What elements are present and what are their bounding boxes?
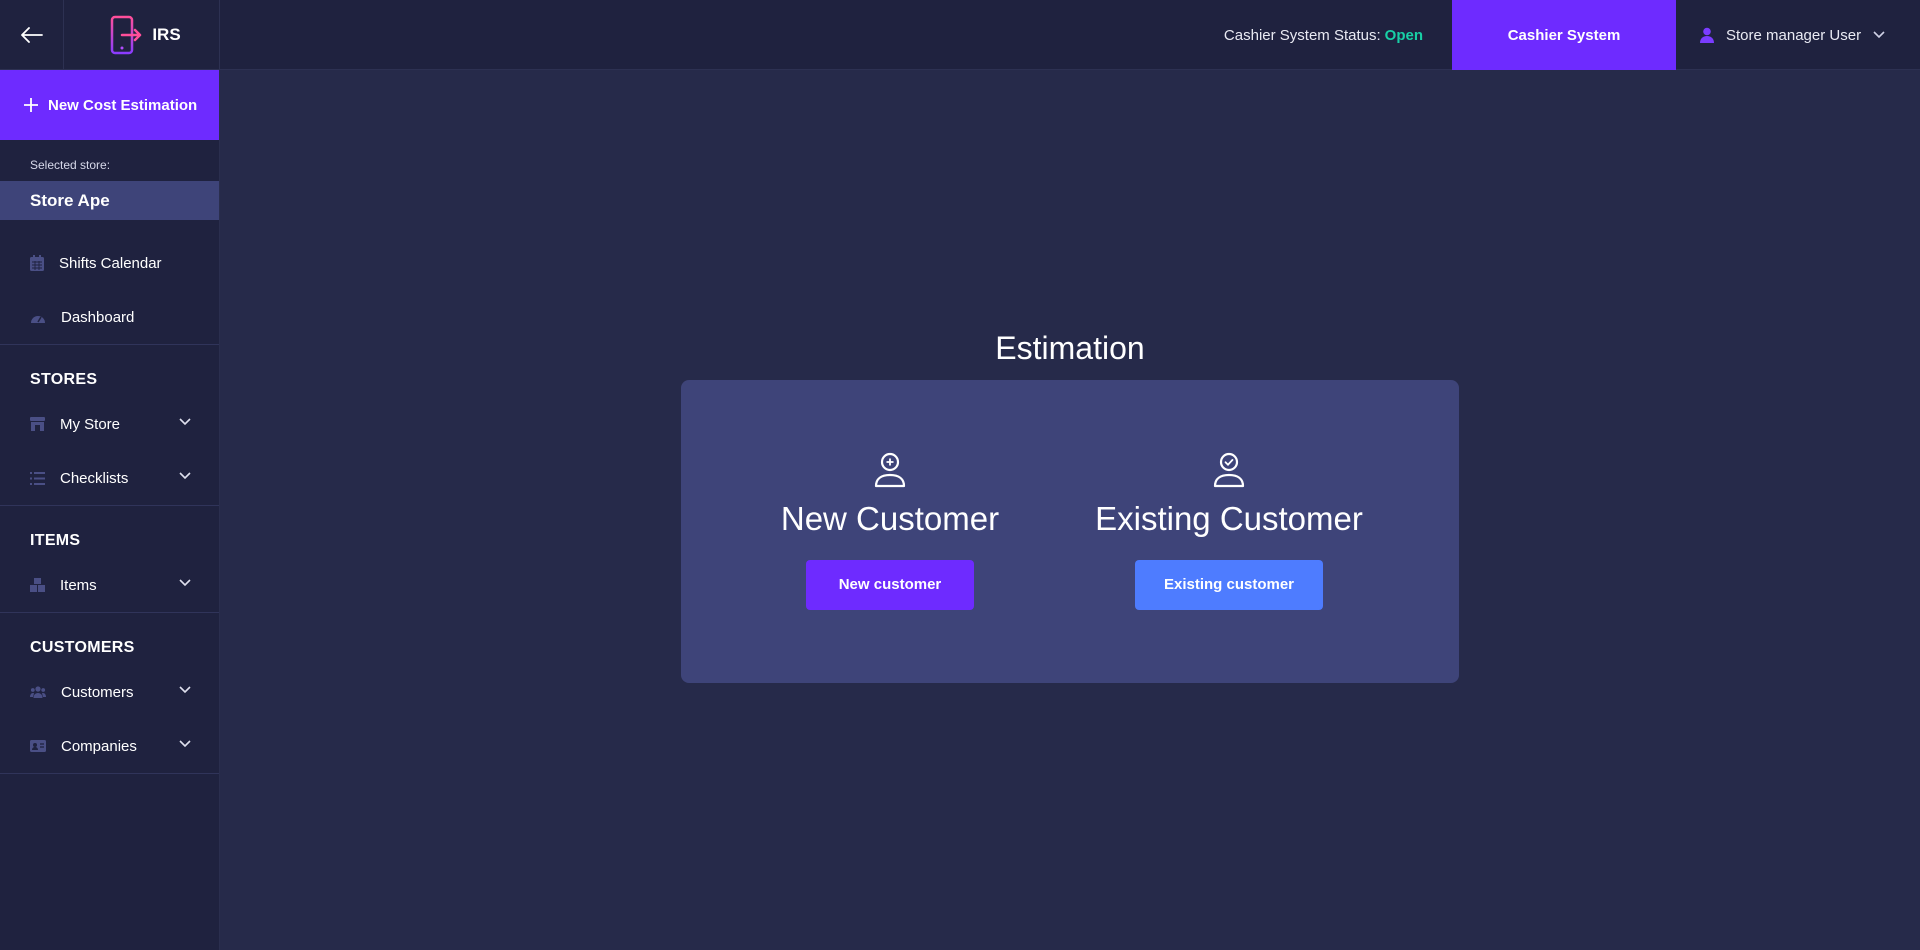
sidebar-item-checklists[interactable]: Checklists <box>0 451 219 505</box>
new-cost-estimation-button[interactable]: New Cost Estimation <box>0 70 219 140</box>
app-name: IRS <box>152 25 181 44</box>
existing-customer-panel: Existing Customer Existing customer <box>1059 452 1399 610</box>
boxes-icon <box>30 578 45 592</box>
user-icon <box>1700 27 1714 43</box>
section-title-customers: CUSTOMERS <box>30 639 135 656</box>
cashier-status: Cashier System Status: Open <box>1224 0 1423 70</box>
brand-logo[interactable]: IRS <box>64 0 220 70</box>
chevron-down-icon[interactable] <box>179 472 191 480</box>
chevron-down-icon <box>1873 31 1885 39</box>
sidebar-item-label: Checklists <box>60 469 129 487</box>
chevron-down-icon[interactable] <box>179 740 191 748</box>
list-icon <box>30 471 45 485</box>
dashboard-gauge-icon <box>31 316 45 323</box>
user-name: Store manager User <box>1726 26 1862 44</box>
existing-customer-button[interactable]: Existing customer <box>1135 560 1323 610</box>
verified-user-icon <box>1213 452 1245 488</box>
user-menu[interactable]: Store manager User <box>1700 0 1900 70</box>
section-title-stores: STORES <box>30 371 98 388</box>
sidebar-item-customers[interactable]: Customers <box>0 665 219 719</box>
irs-logo-icon <box>111 15 142 55</box>
estimation-card: New Customer New customer Existing Custo… <box>681 380 1459 683</box>
chevron-down-icon[interactable] <box>179 418 191 426</box>
sidebar-item-label: Customers <box>61 683 134 701</box>
back-button[interactable] <box>0 0 64 70</box>
new-customer-button[interactable]: New customer <box>806 560 974 610</box>
sidebar-item-companies[interactable]: Companies <box>0 719 219 773</box>
new-customer-panel: New Customer New customer <box>720 452 1060 610</box>
cashier-system-button[interactable]: Cashier System <box>1452 0 1676 70</box>
sidebar-item-items[interactable]: Items <box>0 558 219 612</box>
store-icon <box>30 417 45 431</box>
existing-customer-heading: Existing Customer <box>1095 500 1363 537</box>
page-title: Estimation <box>995 330 1145 366</box>
sidebar: New Cost Estimation Selected store: Stor… <box>0 70 220 950</box>
arrow-left-icon <box>20 27 43 43</box>
new-cost-estimation-label: New Cost Estimation <box>48 96 198 114</box>
status-value: Open <box>1384 26 1423 44</box>
chevron-down-icon[interactable] <box>179 579 191 587</box>
sidebar-item-label: Shifts Calendar <box>59 254 162 272</box>
sidebar-item-label: Dashboard <box>61 308 135 326</box>
chevron-down-icon[interactable] <box>179 686 191 694</box>
sidebar-item-label: My Store <box>60 415 121 433</box>
users-icon <box>30 686 46 698</box>
calendar-icon <box>30 255 44 271</box>
sidebar-item-my-store[interactable]: My Store <box>0 397 219 451</box>
plus-icon <box>24 98 38 112</box>
new-customer-heading: New Customer <box>780 500 1000 537</box>
top-bar: IRS Cashier System Status: Open Cashier … <box>0 0 1920 70</box>
status-label: Cashier System Status: <box>1223 26 1381 44</box>
section-title-items: ITEMS <box>30 532 81 549</box>
add-user-icon <box>874 452 906 488</box>
sidebar-item-label: Companies <box>61 737 137 755</box>
sidebar-item-shifts-calendar[interactable]: Shifts Calendar <box>0 236 219 290</box>
selected-store-label: Selected store: <box>30 158 111 172</box>
sidebar-item-dashboard[interactable]: Dashboard <box>0 290 219 344</box>
id-card-icon <box>30 740 46 752</box>
sidebar-item-label: Items <box>60 576 97 594</box>
selected-store-name[interactable]: Store Ape <box>0 181 219 220</box>
